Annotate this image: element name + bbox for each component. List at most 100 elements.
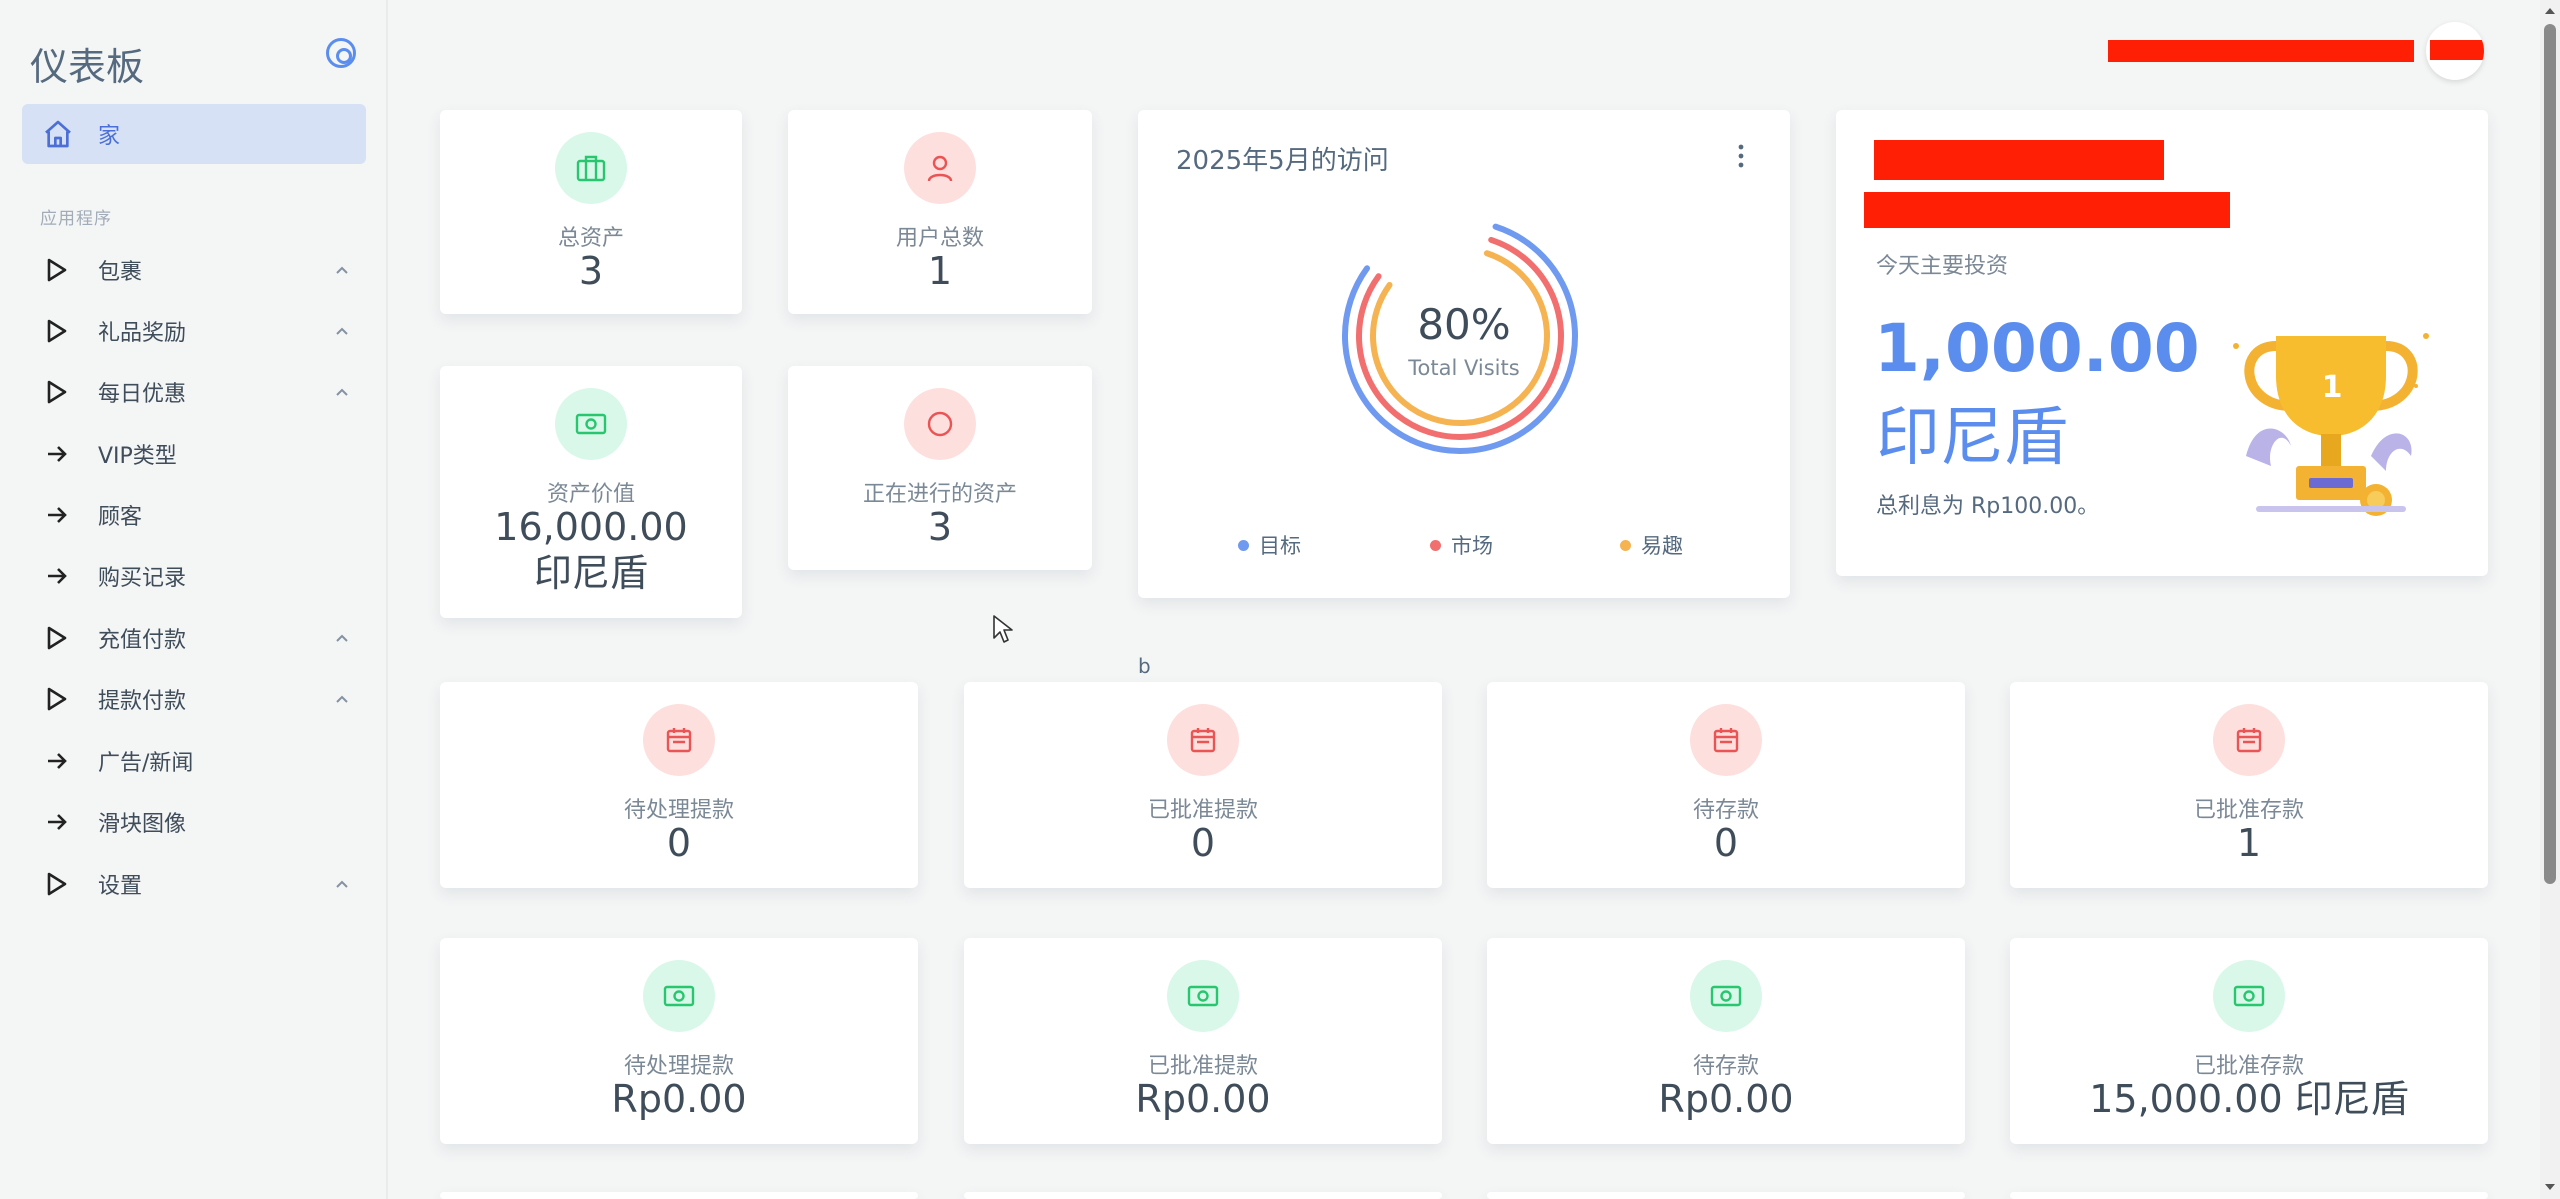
stat-value: Rp0.00 xyxy=(1658,1077,1794,1121)
stat-value: 15,000.00 印尼盾 xyxy=(2089,1077,2409,1121)
arrow-right-icon xyxy=(40,805,74,839)
legend-label: 市场 xyxy=(1451,534,1493,558)
scroll-down-arrow-icon[interactable] xyxy=(2544,1182,2556,1192)
sidebar-item-slider-images[interactable]: 滑块图像 xyxy=(40,794,360,850)
investment-subtitle: 今天主要投资 xyxy=(1876,254,2009,279)
sidebar-item-settings[interactable]: 设置 xyxy=(40,856,360,912)
chevron-up-icon xyxy=(332,321,352,341)
sidebar-item-label: 包裹 xyxy=(98,260,143,285)
redacted-avatar xyxy=(2430,40,2484,60)
sidebar-item-label: 滑块图像 xyxy=(98,812,187,837)
stat-value: 16,000.00 印尼盾 xyxy=(494,505,688,595)
redacted-username xyxy=(2108,40,2414,62)
stat-value: 1 xyxy=(927,249,953,293)
play-outline-icon xyxy=(40,621,74,655)
sidebar-item-ads-news[interactable]: 广告/新闻 xyxy=(40,733,360,789)
sidebar-toggle-icon[interactable] xyxy=(326,38,356,68)
legend-label: 易趣 xyxy=(1641,534,1683,558)
sidebar-item-daily-offers[interactable]: 每日优惠 xyxy=(40,364,360,420)
visits-card: 2025年5月的访问 80% Total Visits 目标 市场 易趣 xyxy=(1138,110,1790,598)
legend-dot xyxy=(1620,539,1631,551)
sidebar-item-label: 家 xyxy=(98,124,121,149)
home-icon xyxy=(45,120,71,148)
legend-dot xyxy=(1430,539,1441,551)
circle-icon xyxy=(904,388,976,460)
sidebar-item-label: 顾客 xyxy=(98,505,143,530)
visits-title: 2025年5月的访问 xyxy=(1176,146,1389,176)
sidebar-item-withdrawals[interactable]: 提款付款 xyxy=(40,671,360,727)
stat-card-pending-withdrawals: 待处理提款 0 xyxy=(440,682,918,888)
stat-value: 1 xyxy=(2236,821,2262,865)
section-caption: b xyxy=(1138,654,1151,678)
stat-value: 3 xyxy=(927,505,953,549)
legend-label: 目标 xyxy=(1259,534,1301,558)
trophy-number: 1 xyxy=(2321,370,2343,405)
investment-amount: 1,000.00 xyxy=(1874,310,2200,387)
stat-card-approved-withdrawals-amount: 已批准提款 Rp0.00 xyxy=(964,938,1442,1144)
visits-label: Total Visits xyxy=(1408,356,1520,380)
user-icon xyxy=(904,132,976,204)
sidebar-item-home[interactable]: 家 xyxy=(22,104,366,164)
more-vertical-icon[interactable] xyxy=(1738,144,1744,168)
stat-value: 0 xyxy=(1190,821,1216,865)
stat-card-ongoing-assets: 正在进行的资产 3 xyxy=(788,366,1092,570)
scrollbar-thumb[interactable] xyxy=(2544,24,2556,884)
stat-value: 0 xyxy=(1713,821,1739,865)
play-outline-icon xyxy=(40,682,74,716)
play-outline-icon xyxy=(40,253,74,287)
sidebar-item-packages[interactable]: 包裹 xyxy=(40,242,360,298)
legend-item-target: 目标 xyxy=(1238,530,1301,560)
stat-card-approved-withdrawals: 已批准提款 0 xyxy=(964,682,1442,888)
stat-value: 0 xyxy=(666,821,692,865)
stat-card-pending-withdrawals-amount: 待处理提款 Rp0.00 xyxy=(440,938,918,1144)
scroll-up-arrow-icon[interactable] xyxy=(2544,6,2556,16)
chevron-up-icon xyxy=(332,689,352,709)
arrow-right-icon xyxy=(40,744,74,778)
stat-card-partial xyxy=(2010,1192,2488,1199)
redacted-subheading xyxy=(1864,192,2230,228)
play-outline-icon xyxy=(40,867,74,901)
stat-card-approved-deposits: 已批准存款 1 xyxy=(2010,682,2488,888)
stat-card-total-assets: 总资产 3 xyxy=(440,110,742,314)
arrow-right-icon xyxy=(40,437,74,471)
cash-icon xyxy=(555,388,627,460)
cash-icon xyxy=(643,960,715,1032)
stat-card-approved-deposits-amount: 已批准存款 15,000.00 印尼盾 xyxy=(2010,938,2488,1144)
stat-card-pending-deposits-amount: 待存款 Rp0.00 xyxy=(1487,938,1965,1144)
visits-percent: 80% xyxy=(1417,300,1511,349)
cash-icon xyxy=(2213,960,2285,1032)
sidebar-item-deposits[interactable]: 充值付款 xyxy=(40,610,360,666)
briefcase-icon xyxy=(555,132,627,204)
sidebar-item-label: 购买记录 xyxy=(98,566,187,591)
sidebar-item-label: 设置 xyxy=(98,874,143,899)
investment-currency: 印尼盾 xyxy=(1876,401,2068,475)
stat-value: Rp0.00 xyxy=(611,1077,747,1121)
play-outline-icon xyxy=(40,314,74,348)
mouse-cursor-icon xyxy=(993,615,1013,643)
cash-icon xyxy=(1690,960,1762,1032)
sidebar-item-customers[interactable]: 顾客 xyxy=(40,487,360,543)
stat-card-asset-value: 资产价值 16,000.00 印尼盾 xyxy=(440,366,742,618)
stat-value: Rp0.00 xyxy=(1135,1077,1271,1121)
stat-card-partial xyxy=(440,1192,918,1199)
sidebar-item-label: 每日优惠 xyxy=(98,382,187,407)
sidebar-item-label: 提款付款 xyxy=(98,689,187,714)
avatar[interactable] xyxy=(2426,22,2484,80)
sidebar: 仪表板 家 应用程序 包裹 礼品奖励 每日优惠 VIP类型 顾客 购买记录 充值… xyxy=(0,0,388,1199)
sidebar-item-vip-types[interactable]: VIP类型 xyxy=(40,426,360,482)
redacted-heading xyxy=(1874,140,2164,180)
stat-card-partial xyxy=(964,1192,1442,1199)
stat-card-partial xyxy=(1487,1192,1965,1199)
chevron-up-icon xyxy=(332,874,352,894)
chevron-up-icon xyxy=(332,382,352,402)
stat-card-pending-deposits: 待存款 0 xyxy=(1487,682,1965,888)
legend-dot xyxy=(1238,539,1249,551)
stat-card-total-users: 用户总数 1 xyxy=(788,110,1092,314)
calendar-icon xyxy=(1167,704,1239,776)
sidebar-item-purchase-history[interactable]: 购买记录 xyxy=(40,548,360,604)
sidebar-item-gift-rewards[interactable]: 礼品奖励 xyxy=(40,303,360,359)
stat-value: 3 xyxy=(578,249,604,293)
sidebar-item-label: 礼品奖励 xyxy=(98,321,187,346)
top-investment-card: 今天主要投资 1,000.00 印尼盾 总利息为 Rp100.00。 1 xyxy=(1836,110,2488,576)
investment-interest-note: 总利息为 Rp100.00。 xyxy=(1876,494,2100,519)
